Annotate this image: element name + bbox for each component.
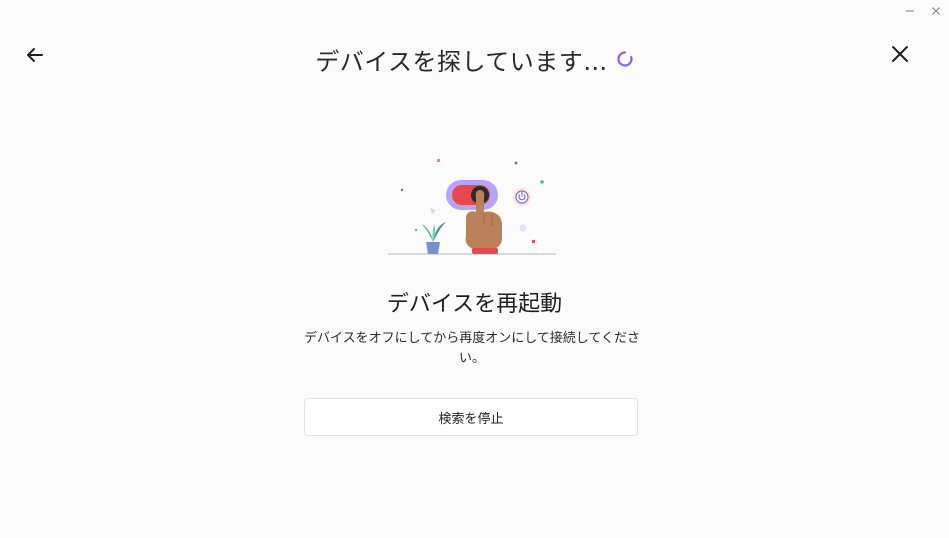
close-icon [892,46,908,62]
plant-icon [422,222,446,254]
loading-spinner-icon [616,50,634,68]
window-close-icon [932,7,940,15]
minimize-icon [906,10,914,12]
restart-device-illustration [388,159,556,255]
confetti-dot [514,161,518,165]
page-header: デバイスを探しています… [0,40,949,78]
close-window-button[interactable] [923,0,949,22]
stop-search-button[interactable]: 検索を停止 [304,398,638,436]
minimize-window-button[interactable] [897,0,923,22]
close-button[interactable] [885,39,915,69]
confetti-dot [437,159,440,162]
window-controls [897,0,949,22]
power-icon [513,188,531,206]
confetti-triangle [430,208,436,214]
section-description: デバイスをオフにしてから再度オンにして接続してください。 [303,331,641,366]
page-title: デバイスを探しています… [315,47,608,76]
confetti-dot [540,180,544,184]
section-title: デバイスを再起動 [386,292,563,317]
confetti-dot [400,188,404,192]
toggle-switch-icon [446,180,498,210]
confetti-dot [532,240,535,243]
confetti-dot [414,228,418,232]
confetti-dot [519,224,527,232]
